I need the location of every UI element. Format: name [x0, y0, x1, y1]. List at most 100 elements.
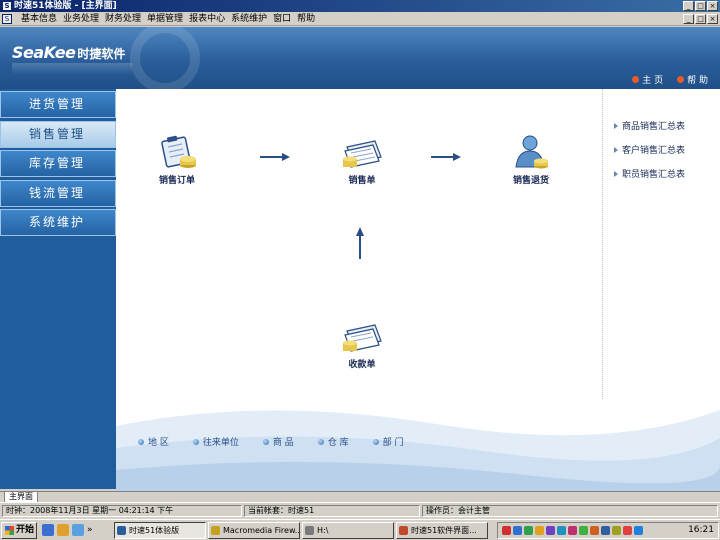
tray-icon[interactable] [579, 526, 588, 535]
sales-slip-label: 销售单 [348, 176, 376, 186]
sidebar-item-cashflow[interactable]: 钱流管理 [0, 180, 116, 207]
status-account: 当前帐套：时速51 [244, 505, 420, 517]
sales-slip-node[interactable]: 销售单 [341, 133, 383, 186]
desktop-icon[interactable] [72, 524, 84, 536]
window-title: 时速51体验版 - [主界面] [14, 1, 117, 11]
tray-icon[interactable] [535, 526, 544, 535]
tray-icon[interactable] [557, 526, 566, 535]
maximize-button[interactable]: □ [695, 1, 706, 11]
tray-icon[interactable] [612, 526, 621, 535]
link-label: 往来单位 [202, 438, 239, 448]
menu-help[interactable]: 帮助 [294, 12, 318, 26]
menu-window[interactable]: 窗口 [270, 12, 294, 26]
mdi-child-icon[interactable]: S [2, 14, 12, 24]
link-label: 仓 库 [327, 438, 349, 448]
volume-icon[interactable] [634, 526, 643, 535]
help-label: 帮 助 [687, 76, 708, 86]
bottom-links: 地 区 往来单位 商 品 仓 库 部 门 [138, 435, 404, 448]
link-region[interactable]: 地 区 [138, 435, 169, 448]
link-label: 部 门 [382, 438, 404, 448]
minimize-button[interactable]: _ [683, 1, 694, 11]
ie-icon[interactable] [42, 524, 54, 536]
link-department[interactable]: 部 门 [372, 435, 404, 448]
report-link-staff-sales[interactable]: 职员销售汇总表 [614, 167, 685, 180]
task-button-folder[interactable]: H:\ [302, 522, 394, 539]
header-banner: SeaKee 时捷软件 主 页 帮 助 [0, 27, 720, 89]
logo-reflection [12, 63, 132, 75]
child-close-button[interactable]: × [707, 14, 718, 24]
sidebar-item-system[interactable]: 系统维护 [0, 209, 116, 236]
main-content: 销售订单 销售单 销售退货 收款单 商品销售汇总表 客户销售汇总表 职员销售汇总… [116, 89, 720, 491]
clipboard-icon [161, 135, 196, 168]
child-restore-button[interactable]: □ [695, 14, 706, 24]
tray-icon[interactable] [568, 526, 577, 535]
link-products[interactable]: 商 品 [262, 435, 294, 448]
task-button-app[interactable]: 时速51体验版 [114, 522, 206, 539]
home-label: 主 页 [642, 76, 664, 86]
report-link-product-sales[interactable]: 商品销售汇总表 [614, 119, 685, 132]
tray-icon[interactable] [590, 526, 599, 535]
bullet-arrow-icon [614, 170, 618, 177]
image-icon [399, 526, 408, 535]
start-button[interactable]: 开始 [1, 522, 37, 539]
child-minimize-button[interactable]: _ [683, 14, 694, 24]
help-link[interactable]: 帮 助 [677, 73, 708, 86]
sidebar-item-inventory[interactable]: 库存管理 [0, 150, 116, 177]
task-label: 时速51软件界面... [411, 526, 477, 535]
taskbar: 开始 » 时速51体验版 Macromedia Firew... H:\ 时速5… [0, 519, 720, 540]
document-tabs: 主界面 [0, 491, 720, 503]
sales-order-label: 销售订单 [158, 176, 195, 186]
app-icon [117, 526, 126, 535]
task-button-fireworks[interactable]: Macromedia Firew... [208, 522, 300, 539]
receipt-label: 收款单 [348, 360, 376, 370]
home-link[interactable]: 主 页 [632, 73, 663, 86]
sales-return-node[interactable]: 销售退货 [510, 133, 552, 186]
link-label: 地 区 [148, 438, 169, 448]
menu-documents[interactable]: 单据管理 [144, 12, 186, 26]
report-label: 职员销售汇总表 [622, 170, 686, 180]
report-label: 商品销售汇总表 [622, 122, 686, 132]
right-arrow-icon [431, 153, 461, 161]
sales-order-node[interactable]: 销售订单 [156, 133, 198, 186]
app-icon[interactable]: S [2, 1, 12, 11]
menu-bar: S 基本信息 业务处理 财务处理 单据管理 报表中心 系统维护 窗口 帮助 _ … [0, 12, 720, 26]
bullet-dot-icon [372, 438, 379, 445]
sidebar-item-sales[interactable]: 销售管理 [0, 121, 116, 148]
close-button[interactable]: × [707, 1, 718, 11]
bullet-dot-icon [192, 438, 199, 445]
tray-icon[interactable] [546, 526, 555, 535]
drive-icon [305, 526, 314, 535]
brand-logo: SeaKee 时捷软件 [12, 43, 126, 62]
link-partners[interactable]: 往来单位 [192, 435, 239, 448]
report-label: 客户销售汇总表 [622, 146, 686, 156]
link-warehouse[interactable]: 仓 库 [317, 435, 349, 448]
sidebar-item-purchase[interactable]: 进货管理 [0, 91, 116, 118]
right-arrow-icon [260, 153, 290, 161]
menu-system[interactable]: 系统维护 [228, 12, 270, 26]
quick-launch: » [42, 524, 93, 536]
bullet-arrow-icon [614, 122, 618, 129]
menu-finance[interactable]: 财务处理 [102, 12, 144, 26]
help-icon [677, 76, 685, 83]
menu-business[interactable]: 业务处理 [60, 12, 102, 26]
tray-icon[interactable] [502, 526, 511, 535]
start-label: 开始 [16, 525, 35, 535]
tray-icon[interactable] [513, 526, 522, 535]
fireworks-icon [211, 526, 220, 535]
menu-basic-info[interactable]: 基本信息 [18, 12, 60, 26]
quick-launch-overflow[interactable]: » [87, 524, 93, 536]
task-label: H:\ [317, 526, 329, 535]
menu-reports[interactable]: 报表中心 [186, 12, 228, 26]
decorative-disc-icon [130, 27, 200, 89]
task-label: Macromedia Firew... [223, 526, 300, 535]
task-button-screenshot[interactable]: 时速51软件界面... [396, 522, 488, 539]
bullet-arrow-icon [614, 146, 618, 153]
document-stack-icon [343, 140, 382, 168]
report-link-customer-sales[interactable]: 客户销售汇总表 [614, 143, 685, 156]
outlook-icon[interactable] [57, 524, 69, 536]
tray-icon[interactable] [623, 526, 632, 535]
tray-icon[interactable] [524, 526, 533, 535]
task-label: 时速51体验版 [129, 526, 180, 535]
tray-icon[interactable] [601, 526, 610, 535]
receipt-node[interactable]: 收款单 [341, 317, 383, 370]
